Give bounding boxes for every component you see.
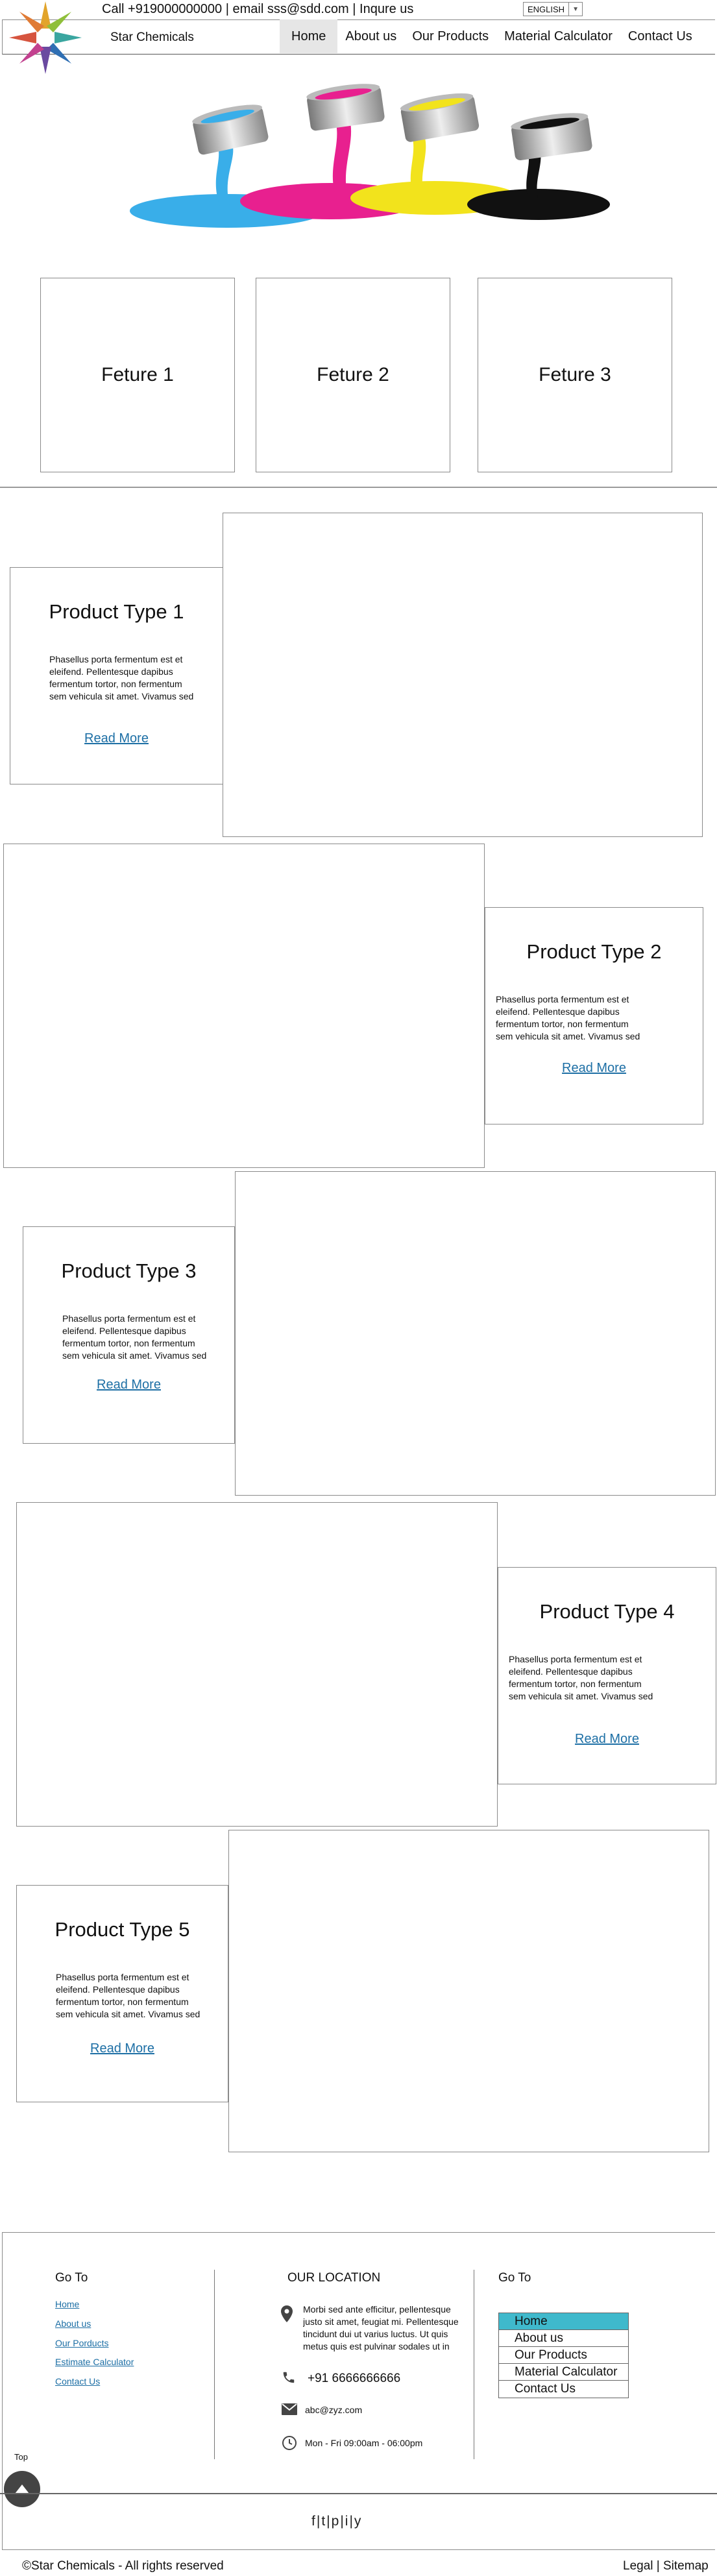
footer-menu-about-us[interactable]: About us [499, 2330, 628, 2347]
product-title: Product Type 5 [55, 1918, 190, 1941]
product-card-2: Product Type 2 Phasellus porta fermentum… [485, 907, 703, 1124]
email-icon [282, 2403, 297, 2415]
read-more-link[interactable]: Read More [485, 1061, 703, 1076]
footer-divider [214, 2270, 215, 2459]
location-pin-icon [281, 2305, 293, 2322]
top-label: Top [14, 2452, 28, 2462]
feature-label: Feture 2 [317, 364, 389, 385]
social-separator: | [326, 2514, 332, 2529]
product-card-4: Product Type 4 Phasellus porta fermentum… [498, 1567, 716, 1784]
footer-address: Morbi sed ante efficitur, pellentesque j… [303, 2304, 459, 2351]
product-description: Phasellus porta fermentum est et eleifen… [62, 1313, 207, 1361]
footer-hours: Mon - Fri 09:00am - 06:00pm [305, 2438, 423, 2448]
product-description: Phasellus porta fermentum est et eleifen… [56, 1972, 201, 2019]
product-card-1: Product Type 1 Phasellus porta fermentum… [10, 567, 223, 784]
chevron-down-icon: ▼ [572, 5, 579, 13]
product-title: Product Type 2 [526, 940, 662, 963]
social-separator: | [340, 2514, 345, 2529]
footer-menu-home[interactable]: Home [499, 2313, 628, 2330]
feature-card-2: Feture 2 [256, 278, 450, 472]
nav-our-products[interactable]: Our Products [404, 19, 496, 53]
footer-menu-our-products[interactable]: Our Products [499, 2347, 628, 2364]
feature-label: Feture 3 [539, 364, 611, 385]
read-more-link[interactable]: Read More [17, 2041, 228, 2056]
chevron-up-icon [15, 2485, 29, 2494]
phone-icon [283, 2372, 295, 2383]
nav-home[interactable]: Home [280, 19, 338, 53]
footer-goto2-title: Go To [498, 2271, 531, 2285]
product-card-3: Product Type 3 Phasellus porta fermentum… [23, 1226, 235, 1444]
product-description: Phasellus porta fermentum est et eleifen… [509, 1654, 653, 1701]
pinterest-icon[interactable]: p [332, 2514, 341, 2529]
nav-material-calculator[interactable]: Material Calculator [496, 19, 620, 53]
hero-paint-image [130, 84, 610, 228]
product-image-5 [228, 1830, 709, 2152]
nav-about-us[interactable]: About us [337, 19, 404, 53]
social-links: f|t|p|i|y [311, 2514, 362, 2529]
contact-line: Call +919000000000 | email sss@sdd.com |… [102, 2, 414, 16]
social-separator: | [349, 2514, 354, 2529]
footer-email: abc@zyz.com [305, 2405, 363, 2415]
footer-link-contact-us[interactable]: Contact Us [55, 2376, 100, 2387]
footer-goto-title: Go To [55, 2271, 88, 2285]
product-description: Phasellus porta fermentum est et eleifen… [49, 654, 194, 701]
product-title: Product Type 3 [61, 1259, 197, 1282]
youtube-icon[interactable]: y [354, 2514, 363, 2529]
product-title: Product Type 1 [49, 600, 184, 623]
legal-links: Legal | Sitemap [623, 2559, 709, 2573]
sitemap-link[interactable]: Sitemap [663, 2559, 709, 2573]
read-more-link[interactable]: Read More [498, 1732, 716, 1747]
feature-label: Feture 1 [101, 364, 174, 385]
product-image-4 [16, 1502, 498, 1827]
footer-location-title: OUR LOCATION [287, 2271, 381, 2285]
footer-menu-contact-us[interactable]: Contact Us [499, 2381, 628, 2398]
legal-link[interactable]: Legal [623, 2559, 653, 2573]
footer-separator [0, 2493, 717, 2494]
footer-menu-material-calculator[interactable]: Material Calculator [499, 2364, 628, 2381]
footer-link-estimate-calculator[interactable]: Estimate Calculator [55, 2357, 134, 2367]
read-more-link[interactable]: Read More [23, 1378, 234, 1392]
product-description: Phasellus porta fermentum est et eleifen… [496, 994, 640, 1041]
facebook-icon[interactable]: f [311, 2514, 317, 2529]
product-image-1 [223, 513, 703, 837]
read-more-link[interactable]: Read More [10, 731, 223, 746]
main-nav: Home About us Our Products Material Calc… [280, 19, 700, 53]
feature-card-3: Feture 3 [478, 278, 672, 472]
nav-contact-us[interactable]: Contact Us [620, 19, 700, 53]
star-logo-icon [9, 1, 82, 74]
twitter-icon[interactable]: t [321, 2514, 326, 2529]
legal-separator: | [656, 2559, 660, 2573]
copyright: ©Star Chemicals - All rights reserved [22, 2559, 224, 2573]
product-image-3 [235, 1171, 716, 1496]
language-select[interactable]: ENGLISH ▼ [523, 2, 583, 16]
footer-phone: +91 6666666666 [308, 2372, 401, 2385]
product-image-2 [3, 844, 485, 1168]
feature-card-1: Feture 1 [40, 278, 235, 472]
footer-link-about-us[interactable]: About us [55, 2318, 91, 2329]
footer-link-home[interactable]: Home [55, 2299, 79, 2309]
product-card-5: Product Type 5 Phasellus porta fermentum… [16, 1885, 228, 2102]
footer-menu: Home About us Our Products Material Calc… [498, 2313, 629, 2398]
footer-link-our-products[interactable]: Our Porducts [55, 2338, 108, 2348]
clock-icon [282, 2436, 297, 2450]
back-to-top-button[interactable] [4, 2471, 40, 2507]
language-value: ENGLISH [524, 3, 570, 16]
product-title: Product Type 4 [539, 1600, 675, 1623]
brand-name: Star Chemicals [110, 30, 194, 44]
section-divider [0, 487, 717, 488]
